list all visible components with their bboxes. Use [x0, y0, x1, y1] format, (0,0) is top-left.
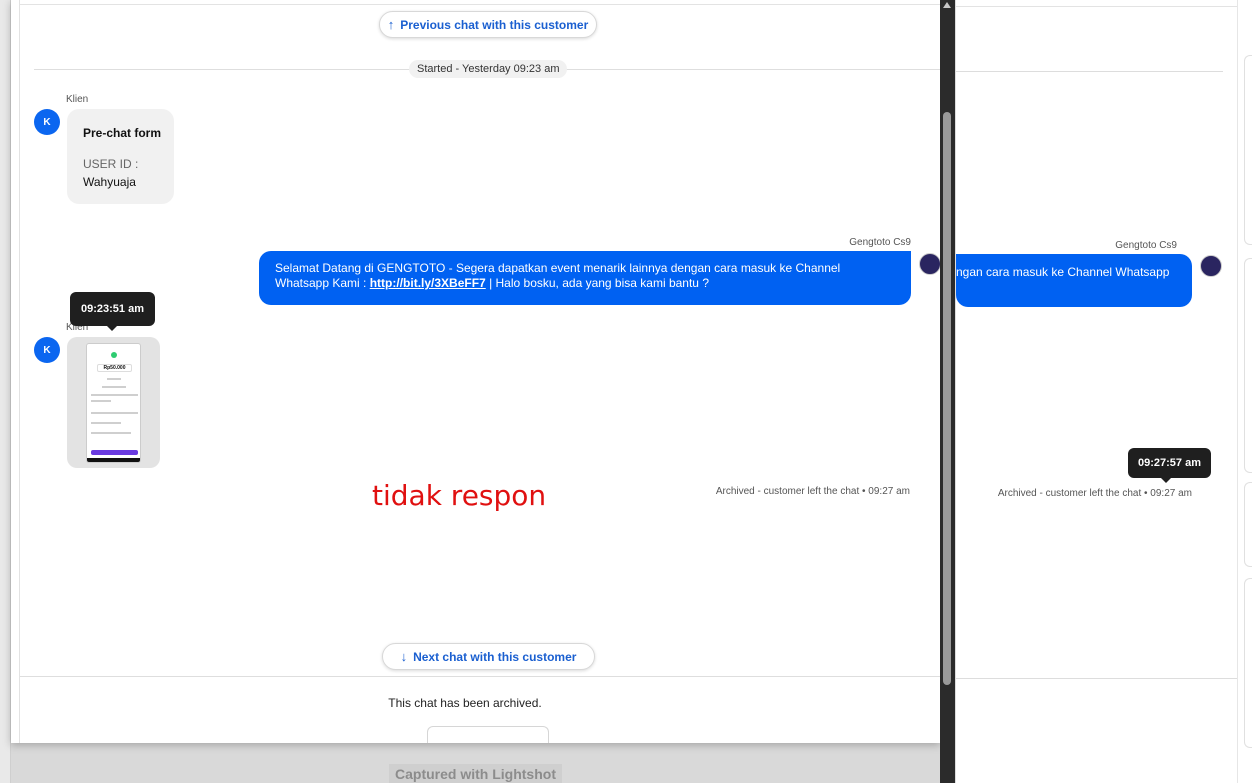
chat-transcript-window: ↑ Previous chat with this customer Start…	[11, 0, 940, 743]
background-agent-bubble: ngan cara masuk ke Channel Whatsapp	[956, 254, 1192, 307]
page-left-edge	[0, 0, 11, 783]
arrow-down-icon: ↓	[400, 649, 408, 664]
background-timestamp-tooltip: 09:27:57 am	[1128, 448, 1211, 483]
sidebar-tab[interactable]	[1244, 55, 1252, 245]
sidebar-tab[interactable]	[1244, 578, 1252, 748]
background-sender-name: Gengtoto Cs9	[1115, 240, 1177, 251]
image-attachment[interactable]: Rp50.000	[67, 337, 160, 468]
client-avatar: K	[34, 109, 60, 135]
arrow-up-icon: ↑	[387, 17, 395, 32]
gengtoto-logo-icon	[919, 253, 940, 275]
timestamp-tooltip: 09:23:51 am	[70, 292, 155, 331]
client-name: Klien	[66, 94, 89, 105]
prechat-field-label: USER ID :	[83, 157, 139, 171]
background-footer	[956, 678, 1237, 783]
archived-note: Archived - customer left the chat • 09:2…	[715, 486, 910, 497]
agent-name: Gengtoto Cs9	[849, 237, 911, 248]
sidebar-tab[interactable]	[1244, 482, 1252, 567]
payment-screenshot-thumbnail: Rp50.000	[86, 343, 141, 463]
archived-status-text: This chat has been archived.	[388, 696, 542, 710]
background-chat-panel: Gengtoto Cs9 ngan cara masuk ke Channel …	[955, 0, 1237, 783]
background-archived-note: Archived - customer left the chat • 09:2…	[997, 488, 1192, 499]
next-chat-button[interactable]: ↓ Next chat with this customer	[382, 643, 595, 670]
success-check-icon	[111, 352, 117, 358]
prechat-field-value: Wahyuaja	[83, 175, 136, 189]
annotation-text: tidak respon	[372, 479, 547, 512]
whatsapp-channel-link[interactable]: http://bit.ly/3XBeFF7	[370, 276, 486, 290]
agent-message-bubble: Selamat Datang di GENGTOTO - Segera dapa…	[259, 251, 911, 305]
scrollbar-thumb[interactable]	[943, 112, 951, 685]
chat-transcript: ↑ Previous chat with this customer Start…	[19, 0, 940, 743]
prechat-form-card: Pre-chat form USER ID : Wahyuaja	[67, 109, 174, 204]
chat-footer: This chat has been archived.	[20, 676, 940, 743]
gengtoto-logo-icon	[1200, 255, 1222, 277]
footer-action-button[interactable]	[427, 726, 549, 743]
background-divider	[956, 71, 1223, 72]
scrollbar[interactable]	[940, 0, 955, 783]
previous-chat-button[interactable]: ↑ Previous chat with this customer	[379, 11, 597, 38]
sidebar-tab[interactable]	[1244, 258, 1252, 473]
prechat-title: Pre-chat form	[83, 126, 162, 140]
chat-started-label: Started - Yesterday 09:23 am	[409, 60, 568, 78]
scroll-up-arrow-icon[interactable]	[943, 2, 951, 8]
screenshot-amount: Rp50.000	[97, 364, 132, 372]
client-avatar: K	[34, 337, 60, 363]
background-right-sidebar	[1237, 0, 1252, 783]
lightshot-watermark: Captured with Lightshot	[389, 764, 562, 783]
